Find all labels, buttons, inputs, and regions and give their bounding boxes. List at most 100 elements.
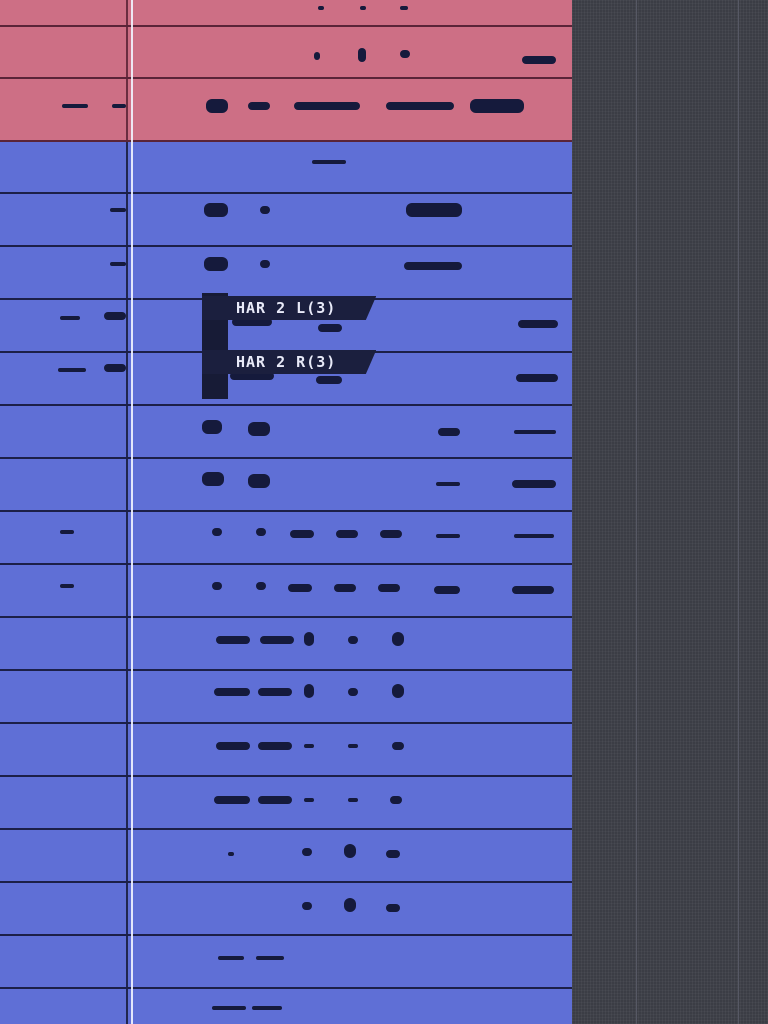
track-lane[interactable] [0, 247, 572, 300]
clip-boundary [126, 300, 128, 351]
waveform-blob [470, 99, 524, 113]
track-lane[interactable] [0, 618, 572, 671]
track-lane[interactable] [0, 406, 572, 459]
waveform-blob [400, 50, 410, 58]
waveform-blob [348, 688, 358, 696]
waveform-blob [104, 364, 126, 372]
waveform-blob [386, 850, 400, 858]
waveform-blob [304, 684, 314, 698]
waveform-blob [252, 1006, 282, 1010]
waveform-blob [256, 956, 284, 960]
clip-boundary [126, 79, 128, 140]
waveform-blob [258, 796, 292, 804]
waveform-blob [334, 584, 356, 592]
grid-line [738, 0, 739, 1024]
track-lane[interactable] [0, 565, 572, 618]
empty-timeline-area [572, 0, 768, 1024]
waveform-blob [206, 99, 228, 113]
track-lane[interactable] [0, 27, 572, 79]
waveform-blob [312, 160, 346, 164]
waveform-blob [348, 744, 358, 748]
track-lane[interactable] [0, 0, 572, 27]
waveform-blob [204, 257, 228, 271]
grid-line [636, 0, 637, 1024]
waveform-blob [112, 104, 126, 108]
waveform-blob [248, 474, 270, 488]
waveform-blob [258, 688, 292, 696]
clip-boundary [126, 353, 128, 404]
waveform-blob [212, 582, 222, 590]
waveform-blob [304, 744, 314, 748]
track-lane[interactable] [0, 142, 572, 194]
waveform-blob [110, 208, 126, 212]
track-lane[interactable] [0, 883, 572, 936]
track-lane[interactable] [0, 459, 572, 512]
clip-boundary [126, 830, 128, 881]
waveform-blob [316, 376, 342, 384]
waveform-blob [248, 422, 270, 436]
waveform-blob [288, 584, 312, 592]
waveform-blob [404, 262, 462, 270]
waveform-blob [60, 530, 74, 534]
waveform-blob [380, 530, 402, 538]
waveform-blob [216, 636, 250, 644]
waveform-blob [390, 796, 402, 804]
clip-boundary [126, 0, 128, 25]
clip-label-har-2-l[interactable]: HAR 2 L(3) [202, 296, 377, 320]
waveform-blob [218, 956, 244, 960]
waveform-blob [302, 902, 312, 910]
waveform-blob [260, 636, 294, 644]
waveform-blob [378, 584, 400, 592]
waveform-blob [344, 844, 356, 858]
playhead-cursor[interactable] [131, 0, 133, 1024]
track-lane[interactable] [0, 512, 572, 565]
waveform-blob [204, 203, 228, 217]
waveform-blob [202, 420, 222, 434]
waveform-blob [434, 586, 460, 594]
waveform-blob [518, 320, 558, 328]
waveform-blob [318, 324, 342, 332]
waveform-blob [304, 632, 314, 646]
track-lane[interactable] [0, 830, 572, 883]
waveform-blob [392, 684, 404, 698]
waveform-blob [60, 316, 80, 320]
waveform-blob [260, 206, 270, 214]
waveform-blob [514, 534, 554, 538]
clip-boundary [126, 459, 128, 510]
clip-boundary [126, 142, 128, 192]
clip-boundary [126, 247, 128, 298]
clip-boundary [126, 777, 128, 828]
track-lane[interactable] [0, 671, 572, 724]
clip-boundary [126, 27, 128, 77]
waveform-blob [318, 6, 324, 10]
waveform-blob [258, 742, 292, 750]
track-lane[interactable] [0, 724, 572, 777]
waveform-blob [228, 852, 234, 856]
track-lane[interactable] [0, 936, 572, 989]
track-lane[interactable] [0, 989, 572, 1024]
waveform-blob [386, 102, 454, 110]
waveform-blob [216, 742, 250, 750]
waveform-blob [392, 632, 404, 646]
waveform-blob [392, 742, 404, 750]
waveform-blob [214, 688, 250, 696]
track-lane[interactable] [0, 194, 572, 247]
clip-boundary [126, 194, 128, 245]
waveform-blob [348, 636, 358, 644]
waveform-blob [62, 104, 88, 108]
waveform-blob [302, 848, 312, 856]
waveform-blob [212, 1006, 246, 1010]
clip-label-har-2-r[interactable]: HAR 2 R(3) [202, 350, 377, 374]
waveform-blob [256, 582, 266, 590]
waveform-blob [314, 52, 320, 60]
waveform-blob [514, 430, 556, 434]
waveform-blob [436, 534, 460, 538]
clip-boundary [126, 618, 128, 669]
waveform-blob [522, 56, 556, 64]
waveform-blob [512, 480, 556, 488]
waveform-blob [400, 6, 408, 10]
clip-boundary [126, 989, 128, 1024]
waveform-blob [214, 796, 250, 804]
waveform-blob [348, 798, 358, 802]
clip-boundary [126, 883, 128, 934]
